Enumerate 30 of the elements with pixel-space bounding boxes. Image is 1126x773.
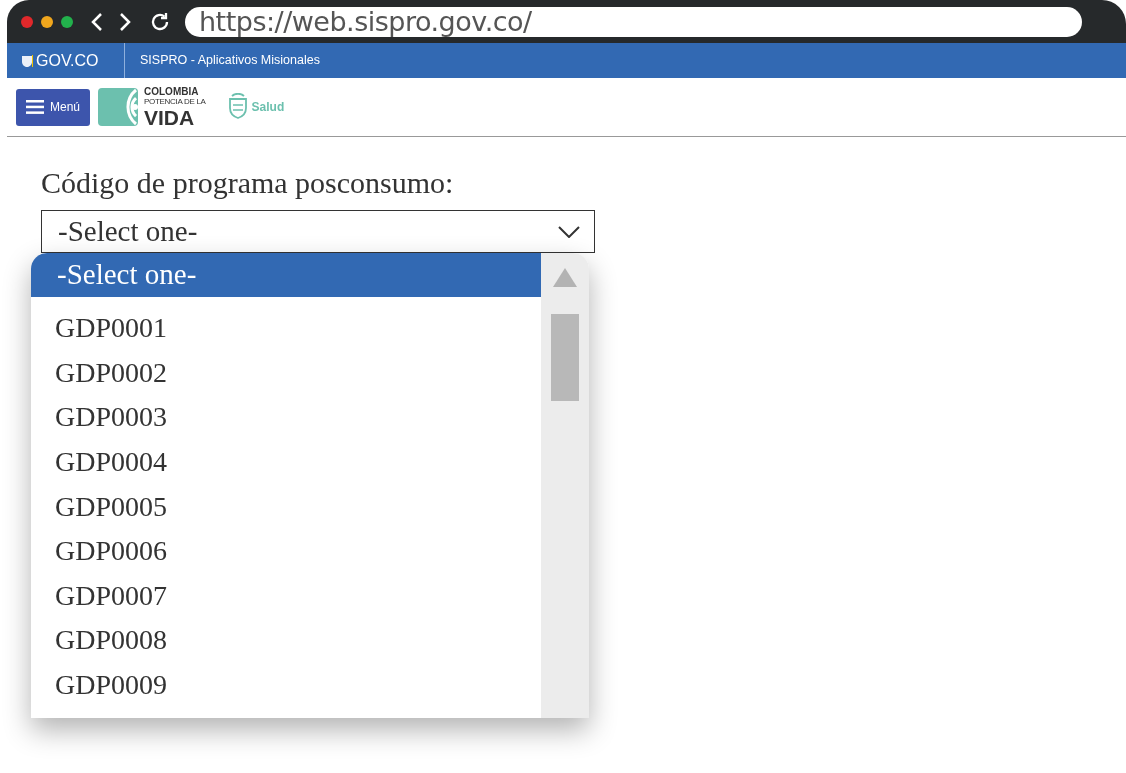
dropdown-option[interactable]: GDP0007 bbox=[31, 573, 541, 619]
scrollbar[interactable] bbox=[541, 253, 589, 718]
menu-icon bbox=[26, 100, 44, 114]
dropdown-option[interactable]: GDP0005 bbox=[31, 484, 541, 529]
dropdown-option[interactable]: -Select one- bbox=[31, 253, 541, 297]
site-title: SISPRO - Aplicativos Misionales bbox=[139, 52, 320, 70]
ministry-name: Salud bbox=[251, 99, 285, 116]
dropdown-option[interactable]: GDP0004 bbox=[31, 439, 541, 485]
shield-icon bbox=[21, 53, 33, 68]
menu-button[interactable]: Menú bbox=[16, 88, 90, 126]
dropdown-option[interactable]: GDP0008 bbox=[31, 618, 541, 663]
forward-icon[interactable] bbox=[119, 11, 131, 32]
address-bar[interactable]: https://web.sispro.gov.co/ bbox=[185, 6, 1082, 37]
reload-icon[interactable] bbox=[149, 10, 171, 33]
dropdown-option[interactable]: GDP0006 bbox=[31, 528, 541, 574]
back-icon[interactable] bbox=[91, 11, 103, 32]
dropdown-option[interactable]: GDP0001 bbox=[31, 306, 541, 351]
dropdown-option[interactable]: GDP0003 bbox=[31, 395, 541, 440]
field-label: Código de programa posconsumo: bbox=[41, 165, 455, 201]
dropdown-option[interactable]: GDP0009 bbox=[31, 662, 541, 708]
dropdown-option[interactable]: GDP0002 bbox=[31, 350, 541, 396]
select-field[interactable]: -Select one- bbox=[41, 210, 595, 253]
logo-text: VIDA bbox=[144, 106, 196, 128]
caret-icon bbox=[558, 225, 580, 238]
logo-text: COLOMBIA bbox=[144, 86, 200, 97]
url-text: https://web.sispro.gov.co/ bbox=[199, 8, 532, 35]
scrollbar-thumb[interactable] bbox=[551, 314, 579, 401]
gov-brand[interactable]: GOV.CO bbox=[36, 48, 99, 73]
logo-text: POTENCIA DE LA bbox=[144, 97, 206, 106]
logo-waves-icon bbox=[98, 88, 138, 126]
